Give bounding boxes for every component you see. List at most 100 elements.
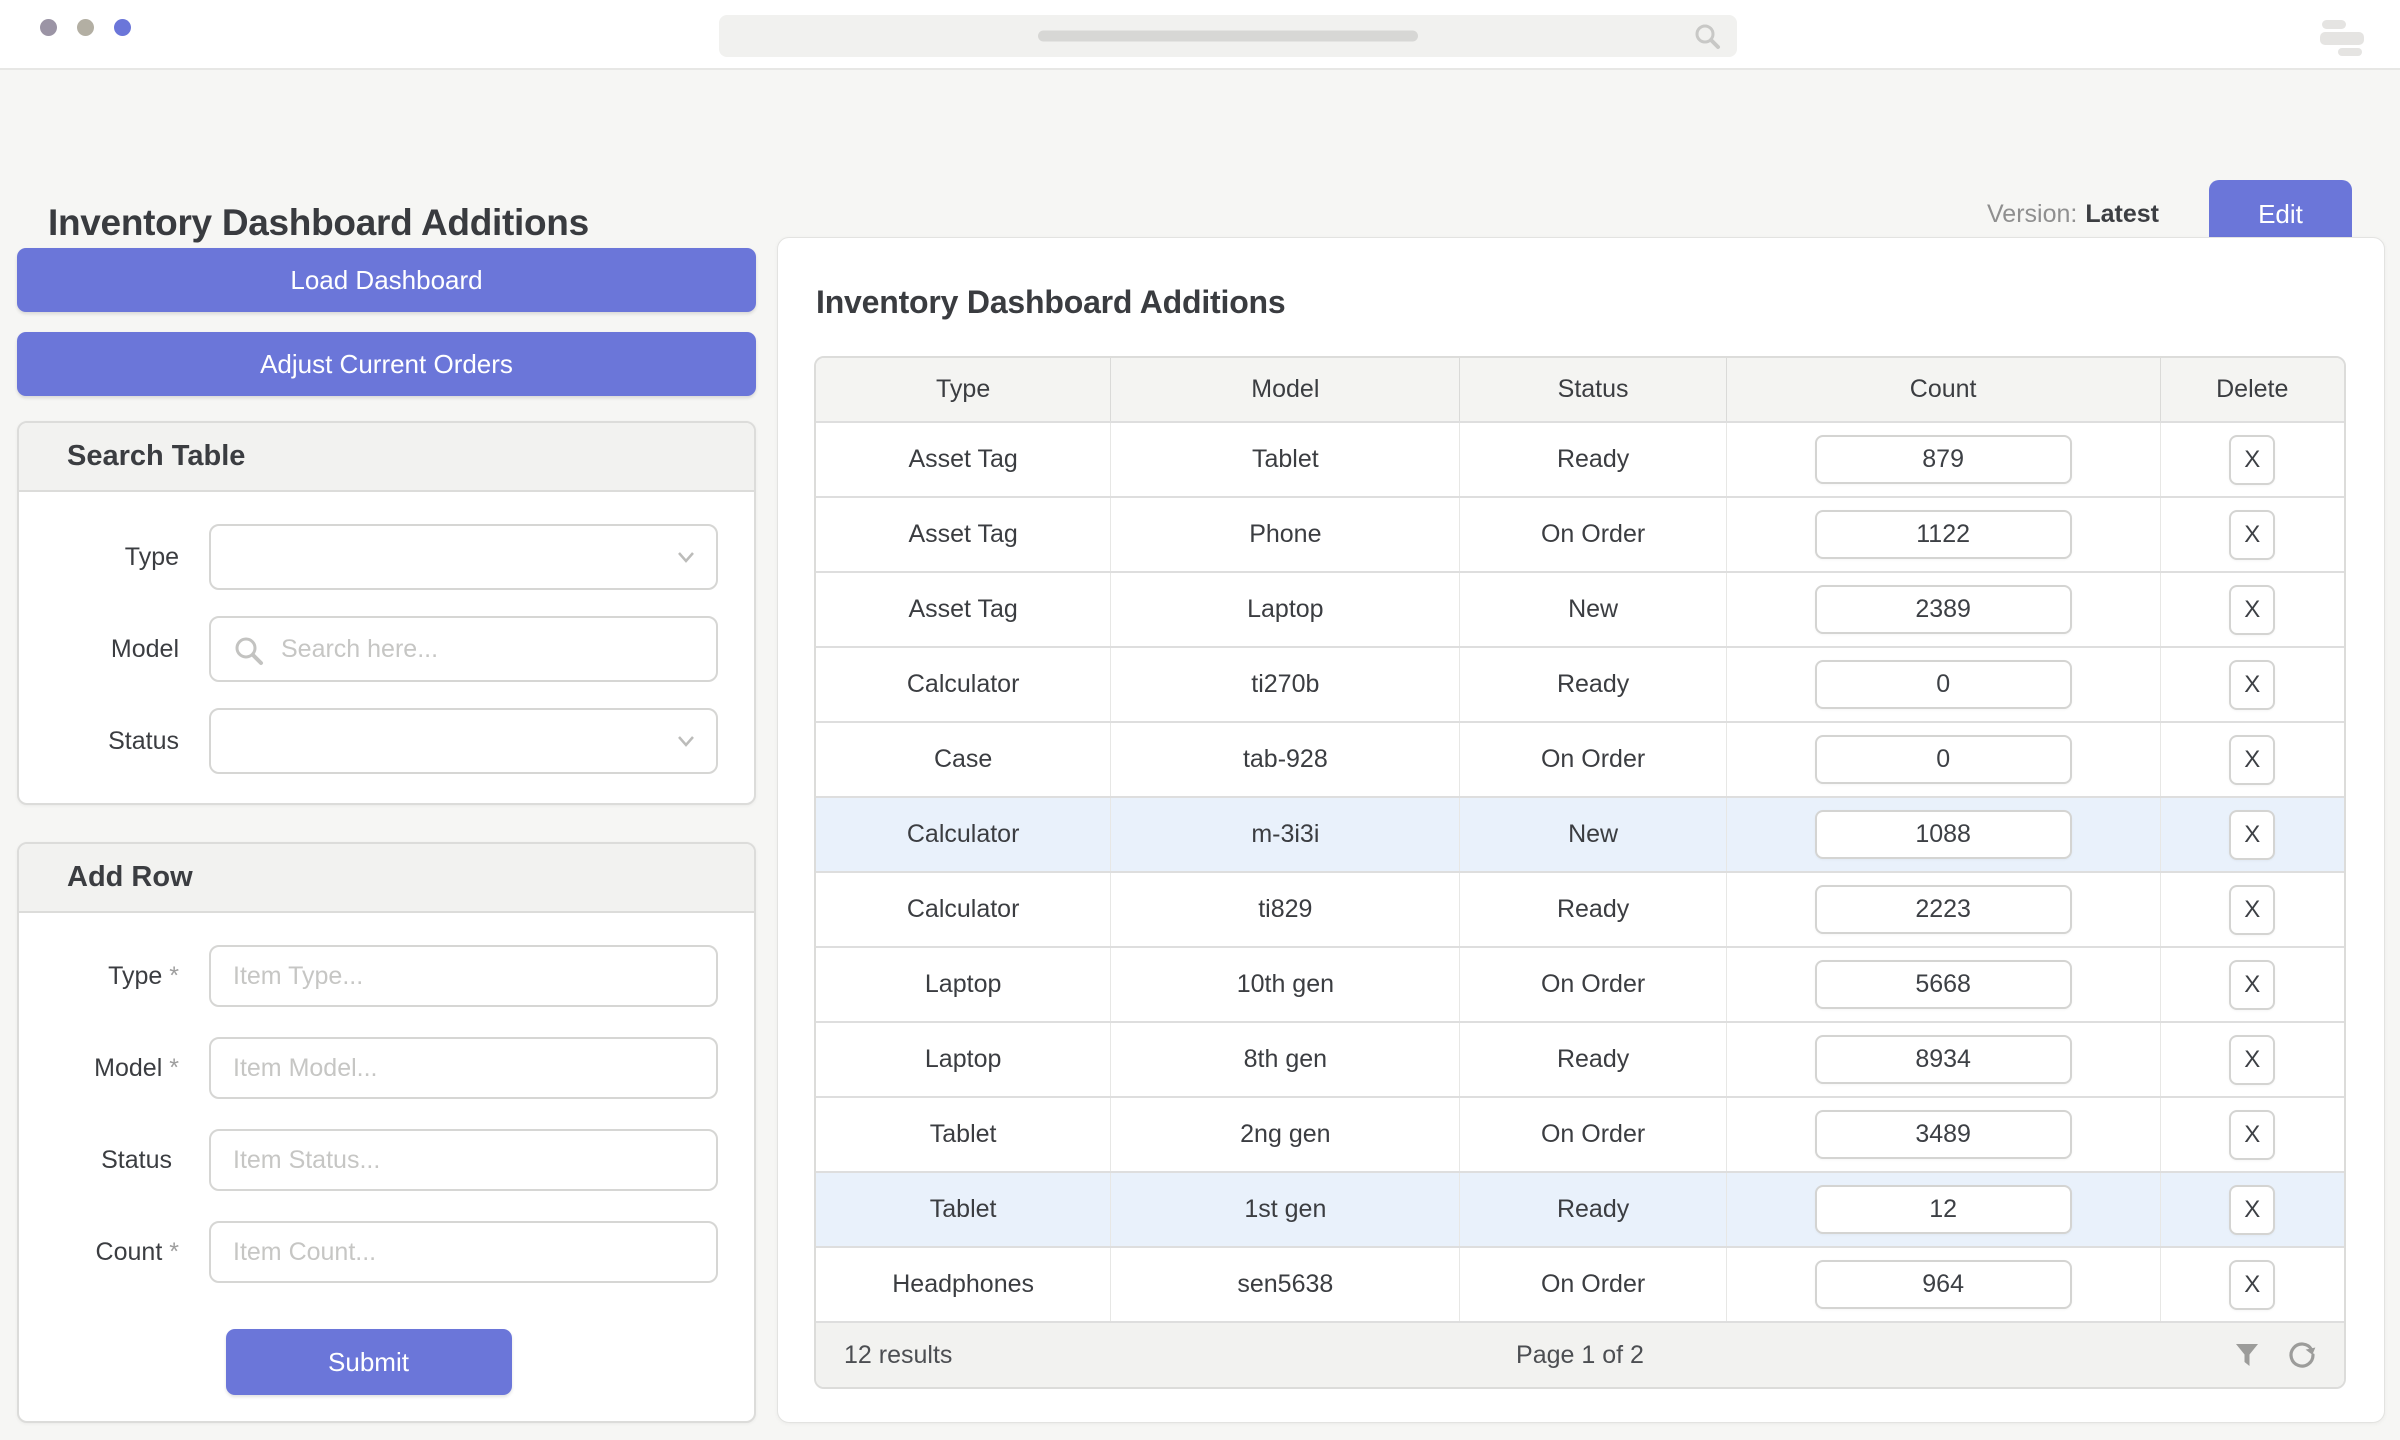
add-type-label: Type * (108, 961, 179, 990)
cell-count (1725, 573, 2160, 646)
count-input[interactable] (1814, 510, 2072, 559)
delete-row-button[interactable]: X (2229, 1259, 2276, 1310)
count-input[interactable] (1814, 1260, 2072, 1309)
cell-delete: X (2159, 723, 2344, 796)
cell-type: Asset Tag (908, 595, 1018, 623)
window-dot-1[interactable] (40, 19, 57, 36)
count-input[interactable] (1814, 660, 2072, 709)
add-status-input[interactable] (211, 1131, 716, 1189)
delete-row-button[interactable]: X (2229, 434, 2276, 485)
address-bar[interactable] (719, 15, 1737, 57)
window-dot-2[interactable] (77, 19, 94, 36)
table-row: Asset Tag Phone On Order X (816, 496, 2344, 571)
count-input[interactable] (1814, 585, 2072, 634)
delete-row-button[interactable]: X (2229, 509, 2276, 560)
cell-status: Ready (1459, 1023, 1725, 1096)
search-status-label: Status (108, 726, 179, 755)
delete-row-button[interactable]: X (2229, 659, 2276, 710)
cell-model: sen5638 (1110, 1248, 1459, 1321)
cell-status: New (1459, 573, 1725, 646)
adjust-current-orders-button[interactable]: Adjust Current Orders (17, 332, 756, 396)
column-header-type: Type (936, 375, 991, 403)
add-type-field-wrap (209, 945, 718, 1007)
count-input[interactable] (1814, 1185, 2072, 1234)
count-input[interactable] (1814, 1035, 2072, 1084)
page-title: Inventory Dashboard Additions (48, 202, 589, 243)
delete-row-button[interactable]: X (2229, 959, 2276, 1010)
refresh-icon[interactable] (2286, 1339, 2318, 1371)
cell-type: Headphones (892, 1270, 1035, 1298)
add-model-field-wrap (209, 1037, 718, 1099)
delete-row-button[interactable]: X (2229, 1184, 2276, 1235)
version-value: Latest (2085, 199, 2159, 228)
add-type-input[interactable] (211, 947, 716, 1005)
cell-delete: X (2159, 648, 2344, 721)
cell-count (1725, 648, 2160, 721)
delete-row-button[interactable]: X (2229, 734, 2276, 785)
count-input[interactable] (1814, 885, 2072, 934)
count-input[interactable] (1814, 735, 2072, 784)
cell-count (1725, 1098, 2160, 1171)
search-table-panel: Search Table Type Model Status (17, 421, 756, 805)
filter-icon[interactable] (2232, 1340, 2262, 1370)
page-info: Page 1 of 2 (1516, 1340, 1644, 1369)
cell-type: Laptop (924, 1045, 1002, 1073)
cell-status: Ready (1459, 873, 1725, 946)
search-model-input[interactable] (211, 618, 716, 680)
search-status-select[interactable] (209, 708, 718, 774)
submit-button[interactable]: Submit (225, 1329, 512, 1395)
cell-delete: X (2159, 498, 2344, 571)
cell-delete: X (2159, 873, 2344, 946)
cell-model: ti270b (1110, 648, 1459, 721)
delete-row-button[interactable]: X (2229, 1109, 2276, 1160)
add-status-label: Status (101, 1145, 172, 1174)
delete-row-button[interactable]: X (2229, 1034, 2276, 1085)
count-input[interactable] (1814, 1110, 2072, 1159)
version-text: Version: Latest (1987, 199, 2159, 228)
load-dashboard-button[interactable]: Load Dashboard (17, 248, 756, 312)
table-row: Laptop 10th gen On Order X (816, 946, 2344, 1021)
add-count-label: Count * (95, 1237, 179, 1266)
add-model-input[interactable] (211, 1039, 716, 1097)
cell-type: Calculator (906, 670, 1020, 698)
cell-status: Ready (1459, 1173, 1725, 1246)
cell-model: Laptop (1110, 573, 1459, 646)
delete-row-button[interactable]: X (2229, 884, 2276, 935)
add-count-input[interactable] (211, 1223, 716, 1281)
count-input[interactable] (1814, 960, 2072, 1009)
cell-model: 2ng gen (1110, 1098, 1459, 1171)
cell-count (1725, 948, 2160, 1021)
add-model-label: Model * (94, 1053, 179, 1082)
table-row: Asset Tag Tablet Ready X (816, 421, 2344, 496)
menu-icon[interactable] (2320, 20, 2366, 56)
count-input[interactable] (1814, 435, 2072, 484)
count-input[interactable] (1814, 810, 2072, 859)
table-row: Calculator ti270b Ready X (816, 646, 2344, 721)
cell-delete: X (2159, 1098, 2344, 1171)
table-row: Calculator m-3i3i New X (816, 796, 2344, 871)
add-count-field-wrap (209, 1221, 718, 1283)
cell-count (1725, 498, 2160, 571)
cell-count (1725, 1248, 2160, 1321)
cell-count (1725, 1173, 2160, 1246)
address-placeholder-line (1038, 30, 1418, 42)
search-type-select[interactable] (209, 524, 718, 590)
delete-row-button[interactable]: X (2229, 584, 2276, 635)
card-title: Inventory Dashboard Additions (816, 284, 1286, 320)
search-icon[interactable] (1693, 22, 1721, 55)
table-row: Calculator ti829 Ready X (816, 871, 2344, 946)
column-header-count: Count (1725, 358, 2160, 421)
table-body: Asset Tag Tablet Ready X Asset Tag Phone… (816, 421, 2344, 1321)
delete-row-button[interactable]: X (2229, 809, 2276, 860)
table-row: Case tab-928 On Order X (816, 721, 2344, 796)
cell-type: Asset Tag (908, 445, 1018, 473)
cell-model: tab-928 (1110, 723, 1459, 796)
search-type-label: Type (124, 542, 179, 571)
cell-delete: X (2159, 423, 2344, 496)
column-header-delete: Delete (2159, 358, 2344, 421)
cell-type: Laptop (924, 970, 1002, 998)
window-dot-3[interactable] (114, 19, 131, 36)
chevron-down-icon (676, 550, 696, 569)
cell-type: Calculator (906, 895, 1020, 923)
cell-delete: X (2159, 948, 2344, 1021)
